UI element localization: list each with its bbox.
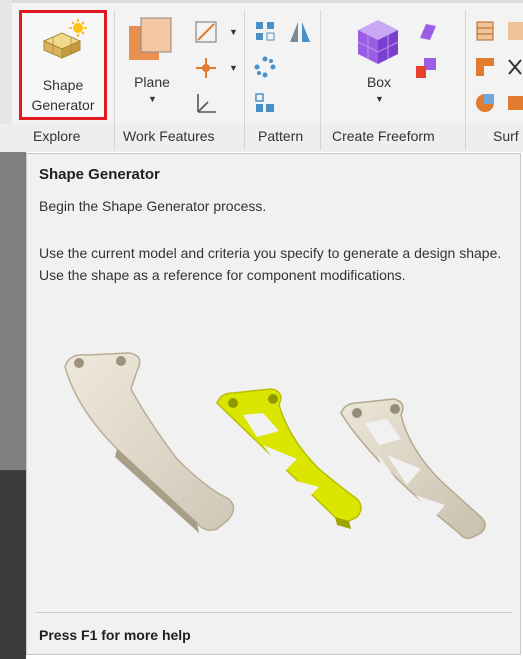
- mirror-icon[interactable]: [288, 20, 312, 44]
- stitch-icon[interactable]: [474, 20, 496, 42]
- group-separator: [244, 10, 245, 150]
- trim-icon[interactable]: [506, 56, 523, 78]
- shape-generator-label-line1: Shape: [42, 77, 84, 93]
- point-icon[interactable]: [194, 56, 218, 80]
- convert-to-freeform-icon[interactable]: [414, 56, 440, 80]
- sketch-driven-pattern-icon[interactable]: [254, 92, 276, 114]
- group-label-surface: Surf: [493, 128, 519, 144]
- axis-dropdown-icon[interactable]: ▼: [229, 27, 238, 37]
- shape-generator-icon: [42, 19, 87, 59]
- box-button[interactable]: Box ▼: [346, 14, 412, 118]
- plane-label: Plane: [134, 74, 170, 90]
- patch-icon[interactable]: [474, 92, 496, 114]
- viewport-model-shadow: [0, 470, 26, 659]
- box-freeform-icon: [357, 20, 399, 64]
- rectangular-pattern-icon[interactable]: [254, 20, 276, 42]
- group-separator: [114, 10, 115, 150]
- tooltip-description: Begin the Shape Generator process.: [39, 198, 267, 214]
- ribbon-top-border: [0, 0, 523, 3]
- box-label: Box: [366, 74, 392, 90]
- group-label-work-features: Work Features: [123, 128, 215, 144]
- box-dropdown-icon: ▼: [375, 94, 384, 104]
- original-bracket: [64, 352, 235, 533]
- sculpt-icon[interactable]: [474, 56, 496, 78]
- freeform-face-icon[interactable]: [416, 20, 438, 42]
- group-separator: [465, 10, 466, 150]
- group-label-pattern: Pattern: [258, 128, 304, 144]
- group-separator: [320, 10, 321, 150]
- shape-generator-label-line2: Generator: [31, 97, 95, 113]
- tooltip-body: Use the current model and criteria you s…: [39, 245, 502, 283]
- group-label-create-freeform: Create Freeform: [332, 128, 435, 144]
- tooltip-title: Shape Generator: [39, 166, 160, 183]
- circular-pattern-icon[interactable]: [254, 56, 276, 78]
- plane-icon: [129, 17, 172, 60]
- group-label-explore: Explore: [33, 128, 81, 144]
- ribbon: Shape Generator Explore Plane ▼ ▼ ▼ Work…: [0, 0, 523, 152]
- surface-tool-icon[interactable]: [506, 20, 523, 42]
- shape-generator-button[interactable]: Shape Generator: [19, 10, 107, 120]
- plane-dropdown-icon: ▼: [148, 94, 157, 104]
- final-bracket: [340, 398, 486, 540]
- point-dropdown-icon[interactable]: ▼: [229, 63, 238, 73]
- ucs-icon[interactable]: [194, 90, 218, 116]
- tooltip-panel: Shape Generator Begin the Shape Generato…: [26, 153, 521, 655]
- tooltip-help-hint: Press F1 for more help: [39, 627, 191, 643]
- generated-shape: [216, 388, 362, 529]
- extend-icon[interactable]: [506, 92, 523, 114]
- axis-icon[interactable]: [194, 20, 218, 44]
- shape-generator-illustration: [64, 352, 486, 540]
- plane-button[interactable]: Plane ▼: [121, 14, 183, 118]
- tooltip-divider: [35, 612, 512, 613]
